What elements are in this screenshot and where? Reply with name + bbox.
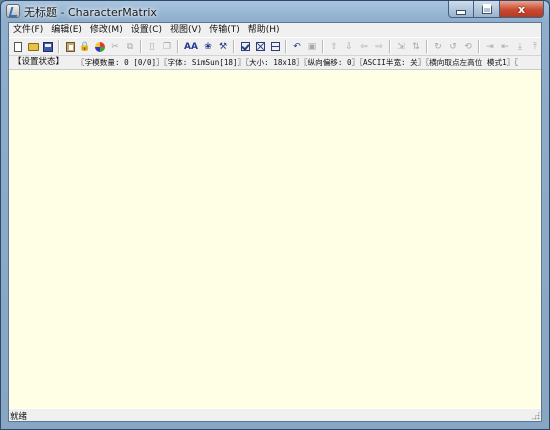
height-expand-icon: ⤒ — [533, 41, 537, 52]
rotate-cw-icon: ↻ — [434, 41, 442, 52]
split-button[interactable] — [269, 41, 281, 53]
frame-button[interactable]: ▣ — [306, 41, 318, 53]
paw-button[interactable]: ❀ — [202, 41, 214, 53]
arrow-up-icon: ⇧ — [330, 41, 338, 52]
menu-file[interactable]: 文件(F) — [9, 23, 47, 37]
toolbar-separator — [177, 40, 179, 53]
half-box-icon — [270, 42, 280, 51]
font-icon: AA — [184, 41, 198, 52]
minimize-button[interactable] — [448, 1, 474, 18]
status-bar: 就绪 — [9, 408, 541, 422]
frame-icon: ▣ — [307, 41, 317, 52]
width-shrink-button[interactable]: ⇤ — [499, 41, 511, 53]
new-file-button[interactable] — [12, 41, 24, 53]
select-all-button[interactable] — [239, 41, 251, 53]
palette-icon — [95, 41, 105, 52]
height-expand-button[interactable]: ⤒ — [529, 41, 541, 53]
arrow-right-icon: ⇨ — [375, 41, 383, 52]
close-icon: x — [517, 2, 526, 16]
arrow-down-icon: ⇩ — [345, 41, 353, 52]
align-icon: ⇲ — [397, 41, 405, 52]
tools-icon: ⚒ — [218, 41, 228, 52]
toolbar-separator — [322, 40, 324, 53]
window-title: 无标题 - CharacterMatrix — [24, 6, 157, 19]
maximize-button[interactable] — [474, 1, 500, 18]
page-button[interactable]: ▯ — [146, 41, 158, 53]
menu-view[interactable]: 视图(V) — [166, 23, 205, 37]
toolbar-separator — [389, 40, 391, 53]
height-shrink-icon: ⤓ — [518, 41, 522, 52]
width-expand-button[interactable]: ⇥ — [484, 41, 496, 53]
toolbar-separator — [233, 40, 235, 53]
check-box-icon — [240, 42, 250, 51]
rotate-cw-button[interactable]: ↻ — [432, 41, 444, 53]
lock-button[interactable]: 🔒 — [79, 41, 91, 53]
width-shrink-icon: ⇤ — [501, 41, 509, 52]
menu-edit[interactable]: 编辑(E) — [47, 23, 86, 37]
menu-settings[interactable]: 设置(C) — [127, 23, 166, 37]
open-folder-icon — [27, 42, 39, 51]
new-file-icon — [14, 41, 22, 52]
rotate-ccw-button[interactable]: ↺ — [447, 41, 459, 53]
copy-icon: ⧉ — [126, 41, 134, 52]
minimize-icon — [456, 9, 466, 15]
app-window: 无标题 - CharacterMatrix x 文件(F) 编辑(E) 修改(M… — [0, 0, 550, 430]
open-file-button[interactable] — [27, 41, 39, 53]
page-icon: ▯ — [149, 41, 155, 52]
move-right-button[interactable]: ⇨ — [373, 41, 385, 53]
height-shrink-button[interactable]: ⤓ — [514, 41, 526, 53]
pages-icon: ❐ — [162, 41, 172, 52]
title-bar[interactable]: 无标题 - CharacterMatrix x — [1, 1, 549, 22]
status-text: 就绪 — [10, 412, 28, 422]
font-button[interactable]: AA — [183, 41, 199, 53]
lock-icon: 🔒 — [79, 41, 91, 52]
move-up-button[interactable]: ⇧ — [328, 41, 340, 53]
undo-icon: ⟲ — [464, 41, 472, 52]
toolbar-separator — [285, 40, 287, 53]
move-down-button[interactable]: ⇩ — [343, 41, 355, 53]
rotate-page-button[interactable]: ↶ — [291, 41, 303, 53]
undo-button[interactable]: ⟲ — [462, 41, 474, 53]
menu-help[interactable]: 帮助(H) — [244, 23, 284, 37]
rotate-ccw-icon: ↺ — [449, 41, 457, 52]
save-icon — [43, 41, 53, 52]
toolbar: 🔒 ✂ ⧉ ▯ ❐ AA ❀ ⚒ ↶ ▣ ⇧ ⇩ ⇦ ⇨ ⇲ ⇅ ↻ ↺ ⟲ ⇥… — [9, 37, 541, 56]
copy-button[interactable]: ⧉ — [124, 41, 136, 53]
close-button[interactable]: x — [500, 1, 544, 18]
deselect-button[interactable] — [254, 41, 266, 53]
tools-button[interactable]: ⚒ — [217, 41, 229, 53]
caption-buttons: x — [448, 1, 544, 19]
pages-button[interactable]: ❐ — [161, 41, 173, 53]
align-button[interactable]: ⇲ — [395, 41, 407, 53]
state-values: 〖字模数量: 0 [0/0]〗〖字体: SimSun[18]〗〖大小: 18x1… — [77, 58, 519, 67]
menu-transfer[interactable]: 传输(T) — [205, 23, 244, 37]
state-label: 【设置状态】 — [13, 57, 65, 67]
menu-modify[interactable]: 修改(M) — [86, 23, 127, 37]
paste-icon — [65, 41, 75, 52]
editor-canvas[interactable] — [9, 70, 541, 408]
app-icon[interactable] — [6, 4, 20, 18]
arrow-left-icon: ⇦ — [360, 41, 368, 52]
save-file-button[interactable] — [42, 41, 54, 53]
client-area: 文件(F) 编辑(E) 修改(M) 设置(C) 视图(V) 传输(T) 帮助(H… — [8, 22, 542, 422]
menu-bar: 文件(F) 编辑(E) 修改(M) 设置(C) 视图(V) 传输(T) 帮助(H… — [9, 23, 541, 37]
rotate-page-icon: ↶ — [293, 41, 301, 52]
paste-button[interactable] — [64, 41, 76, 53]
color-button[interactable] — [94, 41, 106, 53]
cross-box-icon — [255, 42, 265, 51]
move-left-button[interactable]: ⇦ — [358, 41, 370, 53]
toolbar-separator — [426, 40, 428, 53]
toolbar-separator — [140, 40, 142, 53]
paw-icon: ❀ — [204, 41, 212, 52]
settings-state-bar: 【设置状态】 〖字模数量: 0 [0/0]〗〖字体: SimSun[18]〗〖大… — [9, 56, 541, 70]
toolbar-separator — [478, 40, 480, 53]
cut-icon: ✂ — [111, 41, 119, 52]
sort-icon: ⇅ — [412, 41, 420, 52]
toolbar-separator — [58, 40, 60, 53]
width-expand-icon: ⇥ — [486, 41, 494, 52]
cut-button[interactable]: ✂ — [109, 41, 121, 53]
maximize-icon — [481, 4, 492, 14]
resize-grip-icon[interactable] — [531, 411, 540, 420]
sort-button[interactable]: ⇅ — [410, 41, 422, 53]
